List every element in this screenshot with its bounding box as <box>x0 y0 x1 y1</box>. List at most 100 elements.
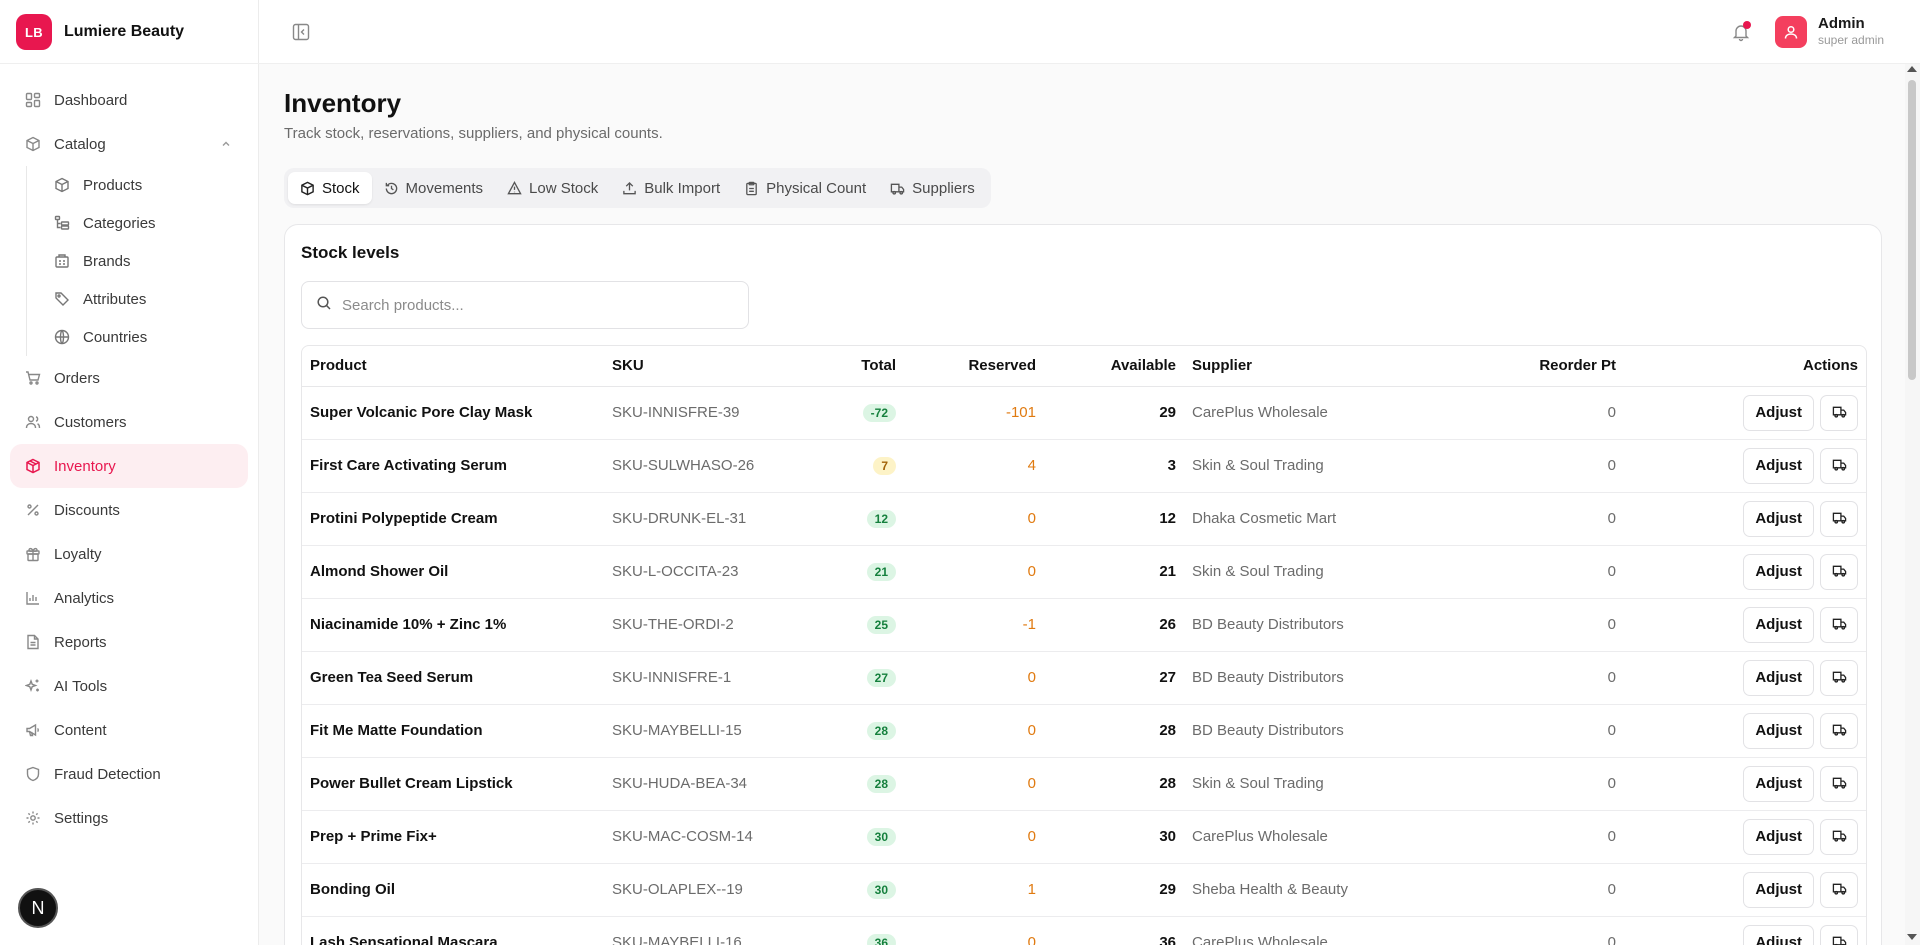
adjust-button[interactable]: Adjust <box>1743 871 1814 908</box>
supplier-order-button[interactable] <box>1820 818 1858 855</box>
sidebar-item-analytics[interactable]: Analytics <box>10 576 248 620</box>
adjust-button[interactable]: Adjust <box>1743 765 1814 802</box>
adjust-button[interactable]: Adjust <box>1743 500 1814 537</box>
adjust-button[interactable]: Adjust <box>1743 553 1814 590</box>
available-value: 26 <box>1044 598 1184 652</box>
supplier-name: BD Beauty Distributors <box>1184 704 1484 758</box>
product-name[interactable]: Super Volcanic Pore Clay Mask <box>302 386 604 440</box>
sidebar-item-discounts[interactable]: Discounts <box>10 488 248 532</box>
sidebar-item-settings[interactable]: Settings <box>10 796 248 840</box>
sidebar-item-countries[interactable]: Countries <box>27 318 248 356</box>
table-row[interactable]: Lash Sensational Mascara SKU-MAYBELLI-16 3… <box>302 916 1866 945</box>
supplier-order-button[interactable] <box>1820 871 1858 908</box>
sidebar-item-content[interactable]: Content <box>10 708 248 752</box>
column-header-total[interactable]: Total <box>794 346 904 387</box>
product-sku: SKU-INNISFRE-1 <box>604 651 794 705</box>
avatar[interactable] <box>1775 16 1807 48</box>
sidebar-item-catalog[interactable]: Catalog <box>10 122 248 166</box>
sidebar-item-customers[interactable]: Customers <box>10 400 248 444</box>
truck-icon <box>1832 934 1847 945</box>
sidebar-item-label: Countries <box>83 328 148 346</box>
search-input[interactable] <box>342 296 722 314</box>
sidebar-item-inventory[interactable]: Inventory <box>10 444 248 488</box>
column-header-reserved[interactable]: Reserved <box>904 346 1044 387</box>
search-icon <box>316 295 332 316</box>
adjust-button[interactable]: Adjust <box>1743 924 1814 945</box>
supplier-order-button[interactable] <box>1820 500 1858 537</box>
column-header-sku[interactable]: SKU <box>604 346 794 387</box>
product-name[interactable]: Lash Sensational Mascara <box>302 916 604 945</box>
supplier-order-button[interactable] <box>1820 765 1858 802</box>
adjust-button[interactable]: Adjust <box>1743 818 1814 855</box>
product-name[interactable]: Bonding Oil <box>302 863 604 917</box>
table-row[interactable]: Almond Shower Oil SKU-L-OCCITA-23 21 0 21 Ski… <box>302 545 1866 599</box>
total-cell: 21 <box>794 545 904 599</box>
actions-cell: Adjust <box>1624 651 1866 705</box>
sidebar-item-label: Products <box>83 176 143 194</box>
dev-tools-badge[interactable]: N <box>18 888 58 928</box>
users-icon <box>24 413 42 431</box>
product-name[interactable]: Fit Me Matte Foundation <box>302 704 604 758</box>
product-name[interactable]: Power Bullet Cream Lipstick <box>302 757 604 811</box>
product-name[interactable]: Niacinamide 10% + Zinc 1% <box>302 598 604 652</box>
table-row[interactable]: Power Bullet Cream Lipstick SKU-HUDA-BEA-… <box>302 757 1866 811</box>
tab-movements[interactable]: Movements <box>372 172 496 204</box>
tab-stock[interactable]: Stock <box>288 172 372 204</box>
sidebar-item-brands[interactable]: Brands <box>27 242 248 280</box>
supplier-order-button[interactable] <box>1820 924 1858 945</box>
adjust-button[interactable]: Adjust <box>1743 447 1814 484</box>
sidebar-item-ai-tools[interactable]: AI Tools <box>10 664 248 708</box>
tab-suppliers[interactable]: Suppliers <box>878 172 987 204</box>
truck-icon <box>1832 828 1847 846</box>
adjust-button[interactable]: Adjust <box>1743 712 1814 749</box>
sidebar-item-orders[interactable]: Orders <box>10 356 248 400</box>
supplier-order-button[interactable] <box>1820 394 1858 431</box>
actions-cell: Adjust <box>1624 810 1866 864</box>
adjust-button[interactable]: Adjust <box>1743 606 1814 643</box>
available-value: 3 <box>1044 439 1184 493</box>
column-header-reorder[interactable]: Reorder Pt <box>1484 346 1624 387</box>
supplier-order-button[interactable] <box>1820 712 1858 749</box>
supplier-order-button[interactable] <box>1820 659 1858 696</box>
brand[interactable]: LB Lumiere Beauty <box>16 13 184 51</box>
sidebar-item-fraud-detection[interactable]: Fraud Detection <box>10 752 248 796</box>
table-row[interactable]: Prep + Prime Fix+ SKU-MAC-COSM-14 30 0 30 Car… <box>302 810 1866 864</box>
table-row[interactable]: Niacinamide 10% + Zinc 1% SKU-THE-ORDI-2 2… <box>302 598 1866 652</box>
column-header-supplier[interactable]: Supplier <box>1184 346 1484 387</box>
scroll-down-arrow-icon[interactable] <box>1907 934 1917 940</box>
supplier-order-button[interactable] <box>1820 606 1858 643</box>
table-row[interactable]: First Care Activating Serum SKU-SULWHASO-… <box>302 439 1866 493</box>
product-name[interactable]: Protini Polypeptide Cream <box>302 492 604 546</box>
total-badge: 7 <box>873 456 896 475</box>
sidebar-item-attributes[interactable]: Attributes <box>27 280 248 318</box>
sidebar-toggle-icon[interactable] <box>291 22 311 42</box>
product-name[interactable]: Almond Shower Oil <box>302 545 604 599</box>
table-row[interactable]: Green Tea Seed Serum SKU-INNISFRE-1 27 0 27 B… <box>302 651 1866 705</box>
column-header-available[interactable]: Available <box>1044 346 1184 387</box>
product-name[interactable]: Prep + Prime Fix+ <box>302 810 604 864</box>
tab-bulk-import[interactable]: Bulk Import <box>610 172 732 204</box>
sidebar-item-dashboard[interactable]: Dashboard <box>10 78 248 122</box>
sidebar-item-loyalty[interactable]: Loyalty <box>10 532 248 576</box>
product-name[interactable]: First Care Activating Serum <box>302 439 604 493</box>
sidebar-item-reports[interactable]: Reports <box>10 620 248 664</box>
table-row[interactable]: Super Volcanic Pore Clay Mask SKU-INNISFR… <box>302 386 1866 440</box>
reserved-value: 0 <box>904 492 1044 546</box>
supplier-order-button[interactable] <box>1820 447 1858 484</box>
adjust-button[interactable]: Adjust <box>1743 659 1814 696</box>
table-row[interactable]: Bonding Oil SKU-OLAPLEX--19 30 1 29 Sheba Hea… <box>302 863 1866 917</box>
reserved-value: 0 <box>904 545 1044 599</box>
tab-low-stock[interactable]: Low Stock <box>495 172 610 204</box>
supplier-order-button[interactable] <box>1820 553 1858 590</box>
sidebar-item-label: Discounts <box>54 501 120 519</box>
tab-physical-count[interactable]: Physical Count <box>732 172 878 204</box>
sidebar-item-products[interactable]: Products <box>27 166 248 204</box>
product-name[interactable]: Green Tea Seed Serum <box>302 651 604 705</box>
table-row[interactable]: Protini Polypeptide Cream SKU-DRUNK-EL-31… <box>302 492 1866 546</box>
scroll-up-arrow-icon[interactable] <box>1907 66 1917 72</box>
adjust-button[interactable]: Adjust <box>1743 394 1814 431</box>
column-header-product[interactable]: Product <box>302 346 604 387</box>
table-row[interactable]: Fit Me Matte Foundation SKU-MAYBELLI-15 28… <box>302 704 1866 758</box>
scrollbar-thumb[interactable] <box>1908 80 1916 380</box>
sidebar-item-categories[interactable]: Categories <box>27 204 248 242</box>
